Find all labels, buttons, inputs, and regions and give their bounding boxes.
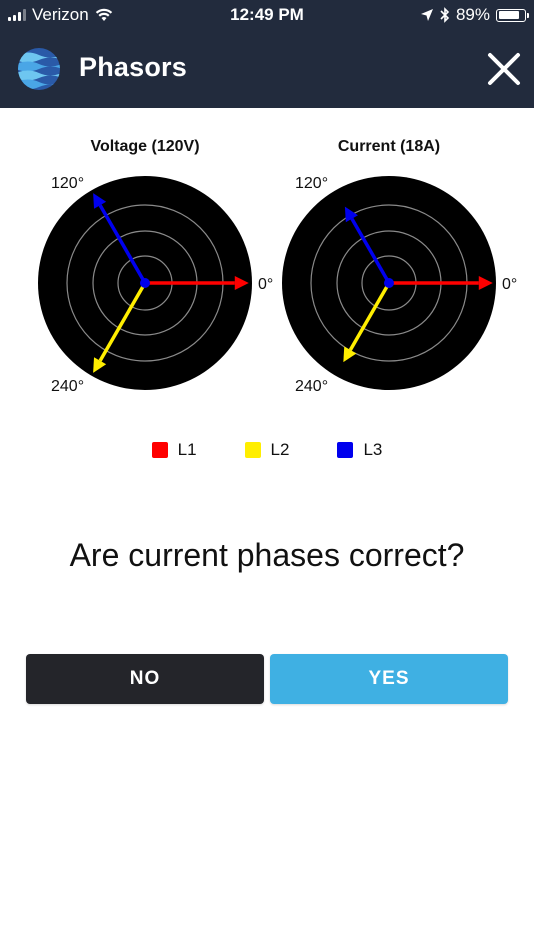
bluetooth-icon	[440, 7, 450, 23]
current-label-0deg: 0°	[502, 276, 517, 293]
voltage-label-120deg: 120°	[51, 175, 84, 192]
app-header: Phasors	[0, 30, 534, 108]
voltage-origin-dot	[140, 278, 150, 288]
yes-button[interactable]: YES	[270, 654, 508, 704]
legend-label-l3: L3	[363, 440, 383, 459]
legend-item-l1: L1	[151, 440, 197, 460]
current-origin-dot	[384, 278, 394, 288]
legend-item-l3: L3	[337, 440, 382, 460]
battery-percent: 89%	[455, 5, 490, 24]
location-arrow-icon	[420, 9, 433, 21]
voltage-polar-plot: 0°120°240°	[38, 175, 273, 395]
legend-label-l1: L1	[177, 440, 197, 459]
phasor-charts: Voltage (120V) 0° 120° 240° Current (18A) …	[0, 128, 534, 408]
voltage-phasor-chart: Voltage (120V) 0° 120° 240°	[15, 128, 275, 398]
current-phasor-chart: Current (18A) 0° 120° 240°	[259, 128, 519, 398]
current-chart-title: Current (18A)	[337, 138, 441, 155]
current-label-120deg: 120°	[295, 175, 328, 192]
close-icon[interactable]	[486, 51, 522, 87]
legend-swatch-l1	[151, 442, 168, 458]
voltage-label-240deg: 240°	[51, 378, 84, 395]
no-button[interactable]: NO	[26, 654, 264, 704]
current-polar-plot: 0° 120° 240°	[282, 175, 517, 395]
legend-item-l2: L2	[244, 440, 290, 460]
legend-swatch-l2	[244, 442, 261, 458]
current-label-240deg: 240°	[295, 378, 328, 395]
question-text: Are current phases correct?	[69, 537, 465, 573]
page-title: Phasors	[79, 52, 187, 82]
legend-label-l2: L2	[270, 440, 290, 459]
phase-legend: L1 L2 L3	[0, 440, 534, 460]
battery-icon	[496, 8, 529, 22]
legend-swatch-l3	[337, 442, 354, 458]
app-logo-icon	[18, 48, 60, 90]
voltage-chart-title: Voltage (120V)	[90, 138, 200, 155]
status-bar: Verizon 12:49 PM 89%	[0, 0, 534, 30]
status-right: 89%	[420, 5, 529, 25]
